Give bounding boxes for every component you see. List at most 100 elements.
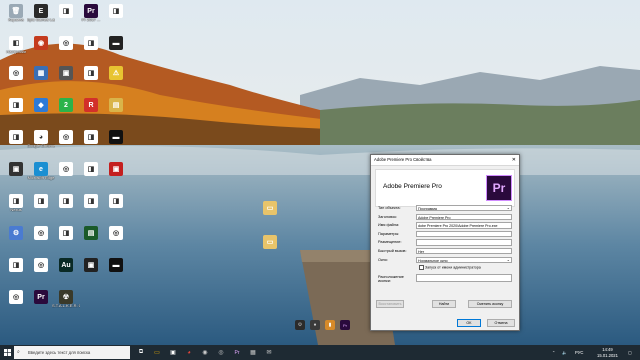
- desktop-icon-folder1[interactable]: ▭: [256, 200, 284, 230]
- app-icon[interactable]: ▮: [325, 320, 335, 330]
- desktop-icon-r4a[interactable]: ◆: [27, 97, 55, 127]
- desktop-icon-r10b[interactable]: ▬: [102, 257, 130, 287]
- desktop-icon-r3a[interactable]: ▦: [27, 65, 55, 95]
- desktop-icon-label: Google Chrome: [27, 144, 55, 148]
- desktop-icon-r7c[interactable]: ◨: [77, 193, 105, 223]
- object-type-select[interactable]: Программа: [416, 205, 512, 212]
- desktop-icon-label: Корзина: [8, 18, 24, 22]
- desktop-icon-r9a[interactable]: ◎: [102, 225, 130, 255]
- desktop-icon-edge[interactable]: e Microsoft Edge: [27, 161, 55, 191]
- desktop-icon-file1[interactable]: ◨: [52, 3, 80, 33]
- file1-icon: ◨: [59, 4, 73, 18]
- desktop-icon-r7b[interactable]: ◨: [52, 193, 80, 223]
- desktop-icon-stalker[interactable]: ☢S.T.A.L.K.E.R. Clear Sky: [52, 289, 80, 319]
- desktop-icon-r5e[interactable]: ▣: [2, 161, 30, 191]
- params-input[interactable]: [416, 230, 512, 238]
- hotkey-input[interactable]: Нет: [416, 247, 512, 255]
- window-select[interactable]: Нормальное окно: [416, 256, 512, 263]
- desktop-icon-r8c[interactable]: ◨: [52, 225, 80, 255]
- desktop-icon-r4c[interactable]: R: [77, 97, 105, 127]
- r8b-icon: ◎: [34, 226, 48, 240]
- desktop-icon-r8b[interactable]: ◎: [27, 225, 55, 255]
- chrome-icon[interactable]: ◕: [182, 345, 196, 360]
- recycle-icon: 🗑: [9, 4, 23, 18]
- clock[interactable]: 14:49 15.01.2021: [597, 347, 618, 359]
- gear-icon[interactable]: ⚙: [295, 320, 305, 330]
- desktop-icon-r3e[interactable]: ◨: [2, 97, 30, 127]
- search-box[interactable]: ⌕ Введите здесь текст для поиска: [14, 346, 130, 359]
- desktop-icon-r2a[interactable]: ◉: [27, 35, 55, 65]
- file-explorer-icon[interactable]: ▭: [150, 345, 164, 360]
- desktop-icon-epic[interactable]: EEpic Games Launcher: [27, 3, 55, 33]
- field-label: Окно:: [378, 257, 388, 262]
- app-icon[interactable]: ◎: [214, 345, 228, 360]
- desktop-icon-pr2[interactable]: Pr: [27, 289, 55, 319]
- close-icon[interactable]: ✕: [512, 155, 516, 165]
- speaker-icon[interactable]: 🔈: [562, 345, 567, 360]
- filename-input[interactable]: dobe Premiere Pro 2020\Adobe Premiere Pr…: [416, 222, 512, 229]
- task-view-icon[interactable]: ⧉: [134, 345, 148, 360]
- desktop-icon-r7a[interactable]: ◨: [27, 193, 55, 223]
- desktop-icon-r10c[interactable]: ◎: [2, 289, 30, 319]
- desktop-icon-r3c[interactable]: ◨: [77, 65, 105, 95]
- desktop-icon-r4b[interactable]: 2: [52, 97, 80, 127]
- desktop-icon-r9b[interactable]: ◨: [2, 257, 30, 287]
- windows-start-icon[interactable]: [0, 345, 14, 360]
- r4e-icon: ◨: [9, 130, 23, 144]
- desktop-icon-r2b[interactable]: ◎: [52, 35, 80, 65]
- premiere-pro-taskbar-icon[interactable]: Pr: [230, 345, 244, 360]
- checkbox-icon[interactable]: [419, 265, 424, 271]
- desktop-icon-nastroi[interactable]: ◧ Настройки: [2, 35, 30, 65]
- icon-location-input[interactable]: [416, 273, 512, 282]
- app-icon[interactable]: ◉: [198, 345, 212, 360]
- desktop-icon-r5d[interactable]: ▬: [102, 129, 130, 159]
- language-indicator[interactable]: РУС: [575, 345, 583, 360]
- desktop-icon-r2d[interactable]: ▬: [102, 35, 130, 65]
- desktop-icon-r4d[interactable]: ▤: [102, 97, 130, 127]
- r5c-icon: ◨: [84, 130, 98, 144]
- desktop-icon-r8d[interactable]: ▤: [77, 225, 105, 255]
- desktop-icon-r7d[interactable]: ◨: [102, 193, 130, 223]
- desktop-icon-r6e[interactable]: ◨ Nexus: [2, 193, 30, 223]
- desktop-icon-r2e[interactable]: ◎: [2, 65, 30, 95]
- cancel-button[interactable]: Отмена: [487, 319, 515, 327]
- desktop-icon-r6c[interactable]: ◨: [77, 161, 105, 191]
- desktop-icon-r8a[interactable]: ⚙: [2, 225, 30, 255]
- desktop-icon-r6d[interactable]: ▣: [102, 161, 130, 191]
- desktop-icon-r3b[interactable]: ▣: [52, 65, 80, 95]
- notification-icon[interactable]: ▢: [628, 345, 632, 360]
- properties-dialog: Adobe Premiere Pro Свойства ✕ Adobe Prem…: [370, 154, 520, 331]
- r8d-icon: ▤: [84, 226, 98, 240]
- desktop-icon-r3d[interactable]: ⚠: [102, 65, 130, 95]
- desktop-icon-r9c[interactable]: ◎: [27, 257, 55, 287]
- ok-button[interactable]: OK: [457, 319, 481, 327]
- app-icon[interactable]: ▦: [246, 345, 260, 360]
- location-input[interactable]: [416, 239, 512, 246]
- desktop-icon-r4e[interactable]: ◨: [2, 129, 30, 159]
- dialog-titlebar[interactable]: Adobe Premiere Pro Свойства ✕: [371, 155, 519, 166]
- field-row-object-type: Тип объекта: Программа: [378, 205, 514, 214]
- desktop-icon-recycle[interactable]: 🗑 Корзина: [2, 3, 30, 33]
- desktop-icon-r5b[interactable]: ◎: [52, 129, 80, 159]
- field-row-params: Параметры:: [378, 230, 514, 240]
- tray-chevron-icon[interactable]: ⌃: [552, 345, 556, 360]
- desktop-icon-file2[interactable]: ◨: [102, 3, 130, 33]
- restore-button[interactable]: Восстановить: [376, 300, 404, 308]
- desktop-icon-r6b[interactable]: ◎: [52, 161, 80, 191]
- desktop-icon-folder2[interactable]: ▭: [256, 234, 284, 264]
- premiere-pro-icon[interactable]: Pr: [340, 320, 350, 330]
- desktop-icon-r5c[interactable]: ◨: [77, 129, 105, 159]
- circle-icon[interactable]: ●: [310, 320, 320, 330]
- desktop-icon-r2c[interactable]: ◨: [77, 35, 105, 65]
- desktop-icon-r10a[interactable]: ▣: [77, 257, 105, 287]
- desktop-icon-au[interactable]: Au: [52, 257, 80, 287]
- desktop-icon-pr2017[interactable]: Pr Pr 2017 ...: [77, 3, 105, 33]
- desktop-icon-chrome[interactable]: ◕ Google Chrome: [27, 129, 55, 159]
- change-icon-button[interactable]: Сменить иконку: [468, 300, 512, 308]
- title-input[interactable]: Adobe Premiere Pro: [416, 213, 512, 220]
- run-as-admin-checkbox[interactable]: Запуск от имени администратора: [419, 265, 481, 271]
- store-icon[interactable]: ▣: [166, 345, 180, 360]
- pr2-icon: Pr: [34, 290, 48, 304]
- find-button[interactable]: Найти: [432, 300, 456, 308]
- app-icon[interactable]: ✉: [262, 345, 276, 360]
